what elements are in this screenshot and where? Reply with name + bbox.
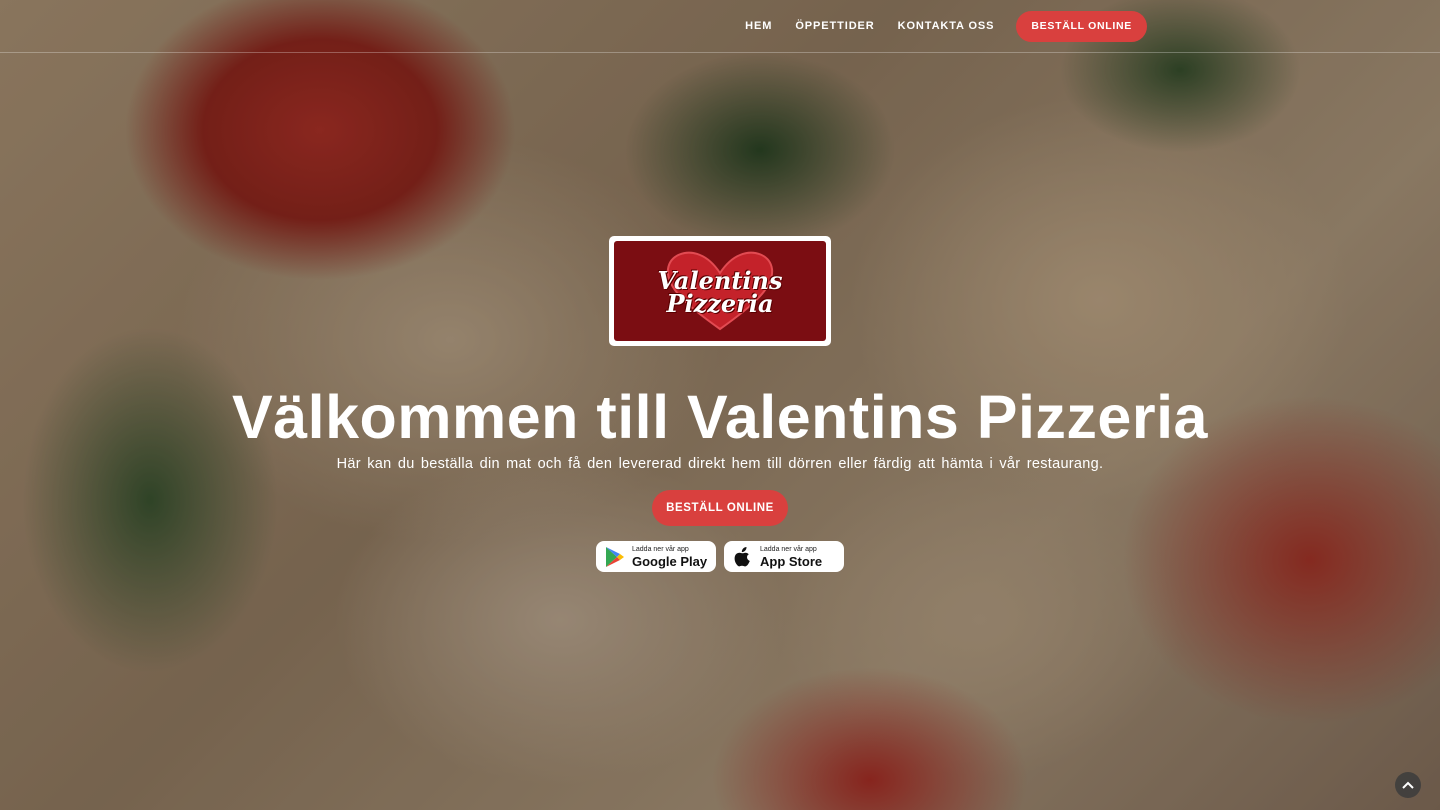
app-store-badge[interactable]: Ladda ner vår app App Store	[724, 541, 844, 572]
logo-badge: Valentins Pizzeria	[614, 241, 826, 341]
main-nav: HEM ÖPPETTIDER KONTAKTA OSS BESTÄLL ONLI…	[722, 0, 1147, 52]
nav-link-hem[interactable]: HEM	[745, 20, 772, 32]
hero-subtitle: Här kan du beställa din mat och få den l…	[336, 456, 1104, 472]
app-store-text: Ladda ner vår app App Store	[760, 546, 822, 568]
apple-icon	[732, 546, 754, 568]
logo-text-line2: Pizzeria	[666, 289, 774, 318]
google-play-label: Google Play	[632, 553, 708, 569]
google-play-small-label: Ladda ner vår app	[632, 545, 689, 553]
chevron-up-icon	[1402, 781, 1414, 789]
nav-link-oppettider[interactable]: ÖPPETTIDER	[795, 20, 874, 32]
top-navigation-bar: HEM ÖPPETTIDER KONTAKTA OSS BESTÄLL ONLI…	[0, 0, 1440, 53]
scroll-to-top-button[interactable]	[1395, 772, 1421, 798]
app-store-label: App Store	[760, 553, 823, 569]
hero-title: Välkommen till Valentins Pizzeria	[232, 383, 1208, 451]
nav-order-online-button[interactable]: BESTÄLL ONLINE	[1016, 10, 1147, 42]
restaurant-logo: Valentins Pizzeria	[609, 236, 831, 346]
google-play-icon	[604, 546, 626, 568]
app-store-small-label: Ladda ner vår app	[760, 545, 817, 553]
hero-order-online-button[interactable]: BESTÄLL ONLINE	[652, 490, 788, 526]
nav-link-kontakta-oss[interactable]: KONTAKTA OSS	[898, 20, 995, 32]
google-play-badge[interactable]: Ladda ner vår app Google Play	[596, 541, 716, 572]
google-play-text: Ladda ner vår app Google Play	[632, 546, 707, 568]
